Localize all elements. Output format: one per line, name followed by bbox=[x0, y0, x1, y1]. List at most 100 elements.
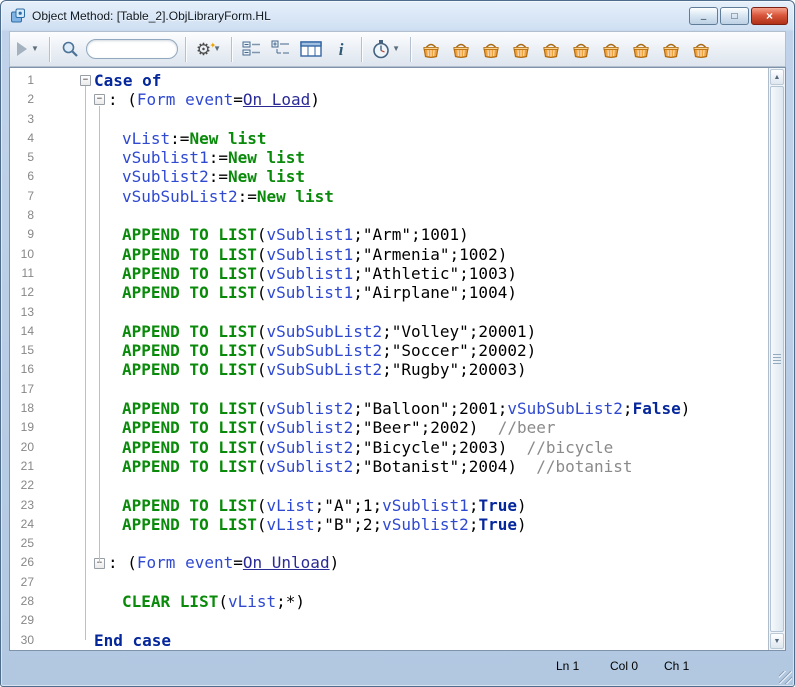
fold-toggle[interactable]: − bbox=[80, 75, 91, 86]
info-icon: i bbox=[335, 41, 348, 58]
code-line[interactable]: 19 APPEND TO LIST(vSublist2;"Beer";2002) … bbox=[10, 418, 768, 437]
macros-button[interactable]: ⚙✦ ▼ bbox=[193, 35, 224, 63]
titlebar[interactable]: Object Method: [Table_2].ObjLibraryForm.… bbox=[1, 1, 794, 31]
maximize-button[interactable]: □ bbox=[720, 7, 749, 25]
code-text: APPEND TO LIST(vSubSubList2;"Volley";200… bbox=[122, 322, 536, 341]
info-button[interactable]: i bbox=[328, 35, 354, 63]
basket-button[interactable] bbox=[598, 35, 624, 63]
resize-grip[interactable] bbox=[779, 671, 792, 684]
code-line[interactable]: 30End case bbox=[10, 631, 768, 650]
code-text: vSublist2:=New list bbox=[122, 167, 305, 186]
code-line[interactable]: 21 APPEND TO LIST(vSublist2;"Botanist";20… bbox=[10, 457, 768, 476]
code-line[interactable]: 6 vSublist2:=New list bbox=[10, 167, 768, 186]
line-number: 19 bbox=[10, 418, 67, 437]
code-line[interactable]: 27 bbox=[10, 573, 768, 592]
code-line[interactable]: 29 bbox=[10, 611, 768, 630]
basket-icon bbox=[541, 40, 561, 58]
basket-icon bbox=[451, 40, 471, 58]
window: Object Method: [Table_2].ObjLibraryForm.… bbox=[0, 0, 795, 687]
line-number: 24 bbox=[10, 515, 67, 534]
code-line[interactable]: 2−: (Form event=On Load) bbox=[10, 90, 768, 109]
code-line[interactable]: 13 bbox=[10, 303, 768, 322]
basket-icon bbox=[691, 40, 711, 58]
code-text: APPEND TO LIST(vSublist2;"Beer";2002) //… bbox=[122, 418, 556, 437]
code-line[interactable]: 18APPEND TO LIST(vSublist2;"Balloon";200… bbox=[10, 399, 768, 418]
line-number: 30 bbox=[10, 631, 67, 650]
code-line[interactable]: 10APPEND TO LIST(vSublist1;"Armenia";100… bbox=[10, 245, 768, 264]
line-number: 6 bbox=[10, 167, 67, 186]
toolbar-separator bbox=[361, 37, 362, 62]
line-number: 10 bbox=[10, 245, 67, 264]
method-icon bbox=[10, 8, 26, 24]
code-text: APPEND TO LIST(vList;"B";2;vSublist2;Tru… bbox=[122, 515, 527, 534]
minimize-button[interactable]: – bbox=[689, 7, 718, 25]
fold-guide bbox=[85, 86, 86, 640]
line-number: 21 bbox=[10, 457, 67, 476]
line-number: 27 bbox=[10, 573, 67, 592]
code-line[interactable]: 1−Case of bbox=[10, 71, 768, 90]
code-line[interactable]: 15APPEND TO LIST(vSubSubList2;"Soccer";2… bbox=[10, 341, 768, 360]
basket-button[interactable] bbox=[448, 35, 474, 63]
code-line[interactable]: 7 vSubSubList2:=New list bbox=[10, 187, 768, 206]
code-line[interactable]: 14 APPEND TO LIST(vSubSubList2;"Volley";2… bbox=[10, 322, 768, 341]
line-number: 14 bbox=[10, 322, 67, 341]
search-input[interactable] bbox=[86, 39, 178, 59]
code-line[interactable]: 8 bbox=[10, 206, 768, 225]
code-line[interactable]: 16APPEND TO LIST(vSubSubList2;"Rugby";20… bbox=[10, 360, 768, 379]
code-text: APPEND TO LIST(vSublist1;"Athletic";1003… bbox=[122, 264, 517, 283]
line-number: 8 bbox=[10, 206, 67, 225]
fold-guide bbox=[99, 106, 100, 563]
basket-button[interactable] bbox=[658, 35, 684, 63]
search-icon bbox=[61, 40, 79, 58]
basket-button[interactable] bbox=[418, 35, 444, 63]
basket-button[interactable] bbox=[688, 35, 714, 63]
basket-button[interactable] bbox=[538, 35, 564, 63]
expand-all-button[interactable] bbox=[268, 35, 294, 63]
code-line[interactable]: 24 APPEND TO LIST(vList;"B";2;vSublist2;T… bbox=[10, 515, 768, 534]
line-number: 26 bbox=[10, 553, 67, 572]
fold-toggle[interactable]: − bbox=[94, 94, 105, 105]
basket-button[interactable] bbox=[568, 35, 594, 63]
timer-button[interactable]: ▼ bbox=[369, 35, 403, 63]
toolbar-separator bbox=[231, 37, 232, 62]
search-button[interactable] bbox=[57, 35, 83, 63]
code-line[interactable]: 3 bbox=[10, 110, 768, 129]
line-number: 20 bbox=[10, 438, 67, 457]
code-text: vSubSubList2:=New list bbox=[122, 187, 334, 206]
run-method-button[interactable]: ▼ bbox=[14, 35, 42, 63]
close-button[interactable]: × bbox=[751, 7, 788, 25]
line-number: 25 bbox=[10, 534, 67, 553]
code-line[interactable]: 25 bbox=[10, 534, 768, 553]
vertical-scrollbar[interactable]: ▲ ▼ bbox=[768, 68, 785, 650]
code-line[interactable]: 11APPEND TO LIST(vSublist1;"Athletic";10… bbox=[10, 264, 768, 283]
code-pane[interactable]: 1−Case of2−: (Form event=On Load)34vList… bbox=[10, 68, 768, 650]
line-number: 29 bbox=[10, 611, 67, 630]
code-line[interactable]: 23APPEND TO LIST(vList;"A";1;vSublist1;T… bbox=[10, 496, 768, 515]
line-number: 18 bbox=[10, 399, 67, 418]
code-text: APPEND TO LIST(vSubSubList2;"Rugby";2000… bbox=[122, 360, 527, 379]
form-window-button[interactable] bbox=[297, 35, 325, 63]
code-text: vSublist1:=New list bbox=[122, 148, 305, 167]
code-text: APPEND TO LIST(vSublist2;"Botanist";2004… bbox=[122, 457, 633, 476]
collapse-all-button[interactable] bbox=[239, 35, 265, 63]
code-line[interactable]: 12APPEND TO LIST(vSublist1;"Airplane";10… bbox=[10, 283, 768, 302]
basket-icon bbox=[481, 40, 501, 58]
code-line[interactable]: 26−: (Form event=On Unload) bbox=[10, 553, 768, 572]
code-line[interactable]: 5vSublist1:=New list bbox=[10, 148, 768, 167]
code-line[interactable]: 4vList:=New list bbox=[10, 129, 768, 148]
basket-button[interactable] bbox=[478, 35, 504, 63]
scroll-down-button[interactable]: ▼ bbox=[770, 633, 784, 649]
code-line[interactable]: 9APPEND TO LIST(vSublist1;"Arm";1001) bbox=[10, 225, 768, 244]
toolbar-separator bbox=[185, 37, 186, 62]
basket-button[interactable] bbox=[628, 35, 654, 63]
scrollbar-thumb[interactable] bbox=[770, 86, 784, 632]
code-line[interactable]: 17 bbox=[10, 380, 768, 399]
line-number: 7 bbox=[10, 187, 67, 206]
code-line[interactable]: 28CLEAR LIST(vList;*) bbox=[10, 592, 768, 611]
scroll-up-button[interactable]: ▲ bbox=[770, 69, 784, 85]
code-text: : (Form event=On Load) bbox=[108, 90, 320, 109]
code-line[interactable]: 20APPEND TO LIST(vSublist2;"Bicycle";200… bbox=[10, 438, 768, 457]
code-line[interactable]: 22 bbox=[10, 476, 768, 495]
basket-icon bbox=[511, 40, 531, 58]
basket-button[interactable] bbox=[508, 35, 534, 63]
